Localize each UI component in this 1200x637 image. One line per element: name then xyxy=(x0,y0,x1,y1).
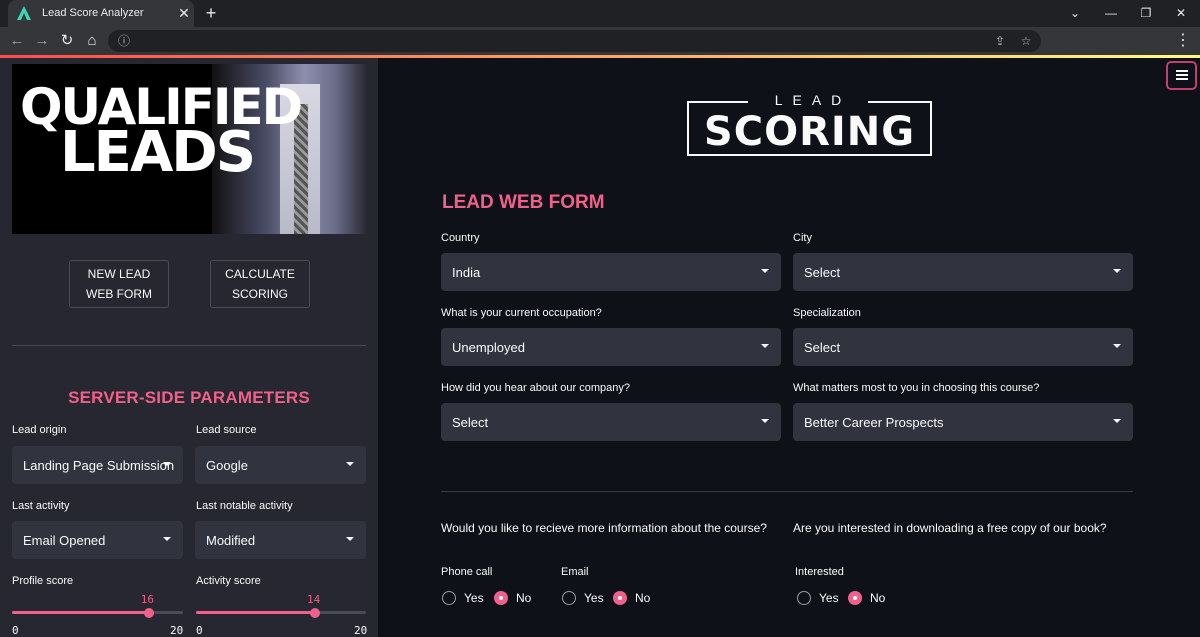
browser-tab[interactable]: Lead Score Analyzer ✕ xyxy=(8,0,194,27)
profile-score-value: 16 xyxy=(140,593,155,606)
close-window-button[interactable]: ✕ xyxy=(1172,4,1190,22)
lead-source-label: Lead source xyxy=(196,424,257,436)
more-info-question: Would you like to recieve more informati… xyxy=(441,521,767,535)
browser-tab-bar: Lead Score Analyzer ✕ + ⌄ — ❐ ✕ xyxy=(0,0,1200,27)
chevron-down-icon xyxy=(761,419,769,423)
city-select[interactable]: Select xyxy=(793,253,1133,291)
last-activity-select[interactable]: Email Opened xyxy=(12,521,183,559)
tab-close-icon[interactable]: ✕ xyxy=(176,4,192,22)
activity-score-value: 14 xyxy=(307,593,321,606)
phone-call-yes-radio[interactable]: Yes xyxy=(442,591,484,605)
minimize-button[interactable]: — xyxy=(1102,4,1120,22)
chevron-down-icon xyxy=(346,537,354,541)
lead-source-select[interactable]: Google xyxy=(195,446,366,484)
lead-web-form-heading: LEAD WEB FORM xyxy=(442,192,605,213)
radio-circle[interactable] xyxy=(562,591,576,605)
sidebar: QUALIFIED LEADS NEW LEAD WEB FORM CALCULA… xyxy=(0,58,378,637)
browser-menu-icon[interactable]: ⋮ xyxy=(1174,31,1192,51)
occupation-label: What is your current occupation? xyxy=(441,307,602,319)
browser-toolbar: ← → ↻ ⌂ ⓘ ⇪ ☆ ⋮ xyxy=(0,27,1200,55)
qualified-leads-banner: QUALIFIED LEADS xyxy=(12,64,366,234)
profile-score-handle[interactable] xyxy=(143,607,154,618)
radio-circle[interactable] xyxy=(848,591,862,605)
interested-yes-radio[interactable]: Yes xyxy=(797,591,839,605)
email-no-radio[interactable]: No xyxy=(613,591,650,605)
chevron-down-icon xyxy=(1113,419,1121,423)
new-lead-web-form-button[interactable]: NEW LEAD WEB FORM xyxy=(69,260,169,308)
book-question: Are you interested in downloading a free… xyxy=(793,521,1107,535)
email-label: Email xyxy=(561,566,589,578)
phone-call-no-radio[interactable]: No xyxy=(494,591,531,605)
streamlit-favicon-icon xyxy=(17,6,31,20)
country-label: Country xyxy=(441,232,480,244)
hear-about-label: How did you hear about our company? xyxy=(441,382,630,394)
bookmark-star-icon[interactable]: ☆ xyxy=(1018,33,1034,49)
specialization-select[interactable]: Select xyxy=(793,328,1133,366)
tab-search-chevron-icon[interactable]: ⌄ xyxy=(1066,4,1084,22)
specialization-label: Specialization xyxy=(793,307,861,319)
calculate-scoring-button[interactable]: CALCULATE SCORING xyxy=(210,260,310,308)
form-divider xyxy=(441,491,1133,492)
email-yes-radio[interactable]: Yes xyxy=(562,591,604,605)
last-activity-label: Last activity xyxy=(12,500,70,512)
matters-most-select[interactable]: Better Career Prospects xyxy=(793,403,1133,441)
new-tab-button[interactable]: + xyxy=(201,3,221,23)
activity-score-min: 0 xyxy=(196,624,203,637)
radio-circle[interactable] xyxy=(494,591,508,605)
server-side-parameters-heading: SERVER-SIDE PARAMETERS xyxy=(68,388,310,407)
activity-score-label: Activity score xyxy=(196,575,261,587)
app-menu-button[interactable] xyxy=(1166,61,1197,90)
phone-call-label: Phone call xyxy=(441,566,493,578)
banner-text: QUALIFIED LEADS xyxy=(20,78,303,185)
profile-score-max: 20 xyxy=(170,624,184,637)
restore-button[interactable]: ❐ xyxy=(1137,4,1155,22)
profile-score-min: 0 xyxy=(12,624,19,637)
radio-circle[interactable] xyxy=(442,591,456,605)
hamburger-icon xyxy=(1176,70,1188,72)
matters-most-label: What matters most to you in choosing thi… xyxy=(793,382,1040,394)
chevron-down-icon xyxy=(1113,344,1121,348)
chevron-down-icon xyxy=(761,269,769,273)
forward-icon[interactable]: → xyxy=(32,31,52,51)
lead-origin-select[interactable]: Landing Page Submission xyxy=(12,446,183,484)
radio-circle[interactable] xyxy=(797,591,811,605)
profile-score-label: Profile score xyxy=(12,575,74,587)
city-label: City xyxy=(793,232,812,244)
interested-label: Interested xyxy=(795,566,844,578)
chevron-down-icon xyxy=(346,462,354,466)
activity-score-max: 20 xyxy=(354,624,368,637)
home-icon[interactable]: ⌂ xyxy=(82,31,102,51)
chevron-down-icon xyxy=(163,537,171,541)
site-info-icon[interactable]: ⓘ xyxy=(116,33,132,49)
lead-origin-label: Lead origin xyxy=(12,424,67,436)
occupation-select[interactable]: Unemployed xyxy=(441,328,781,366)
radio-circle[interactable] xyxy=(613,591,627,605)
reload-icon[interactable]: ↻ xyxy=(57,31,77,51)
chevron-down-icon xyxy=(761,344,769,348)
hear-about-select[interactable]: Select xyxy=(441,403,781,441)
back-icon[interactable]: ← xyxy=(7,31,27,51)
tab-title: Lead Score Analyzer xyxy=(42,7,144,19)
logo-scoring-text: SCORING xyxy=(703,109,916,155)
share-icon[interactable]: ⇪ xyxy=(992,33,1008,49)
interested-no-radio[interactable]: No xyxy=(848,591,885,605)
sidebar-divider xyxy=(12,345,366,346)
chevron-down-icon xyxy=(1113,269,1121,273)
country-select[interactable]: India xyxy=(441,253,781,291)
logo-lead-text: LEAD xyxy=(748,92,868,108)
chevron-down-icon xyxy=(163,462,171,466)
activity-score-handle[interactable] xyxy=(310,607,320,618)
address-bar[interactable]: ⓘ ⇪ ☆ xyxy=(108,30,1041,52)
last-notable-activity-label: Last notable activity xyxy=(196,500,293,512)
last-notable-activity-select[interactable]: Modified xyxy=(195,521,366,559)
